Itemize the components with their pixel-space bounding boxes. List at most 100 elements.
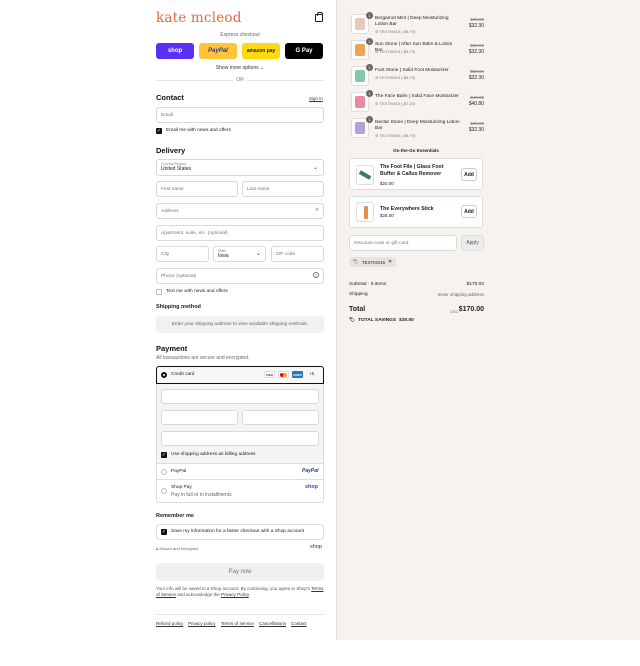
card-expiry-field[interactable] xyxy=(161,410,238,425)
savings-value: $30.00 xyxy=(399,318,414,323)
product-title: Bergamot Mint | Deep Moisturizing Lotion… xyxy=(375,16,449,27)
product-title: The Face Balm | Solid Face Moisturizer xyxy=(375,94,459,99)
delivery-heading: Delivery xyxy=(156,146,186,155)
discount-tag: 🏷︎ TEXTKM15 ✕ xyxy=(349,257,397,267)
upsell-thumbnail xyxy=(356,165,374,185)
original-price: $48.00 xyxy=(470,95,484,100)
sign-in-link[interactable]: Sign in xyxy=(309,96,323,101)
footer-privacy-link[interactable]: Privacy policy xyxy=(188,621,216,626)
total-value: $170.00 xyxy=(458,306,484,313)
tag-icon: ⊘ xyxy=(375,29,379,34)
pay-now-button[interactable]: Pay now xyxy=(156,563,324,581)
upsell-price: $28.00 xyxy=(380,213,394,218)
chevron-down-icon: ⌄ xyxy=(260,65,265,71)
shop-logo: shop xyxy=(310,544,322,550)
visa-icon: VISA xyxy=(264,371,275,378)
card-name-field[interactable] xyxy=(161,431,319,446)
tag-icon: 🏷︎ xyxy=(349,318,356,323)
paypal-radio[interactable] xyxy=(161,469,167,475)
email-field[interactable]: Email xyxy=(156,107,324,123)
total-savings: 🏷︎ TOTAL SAVINGS $30.00 xyxy=(349,318,414,323)
upsell-title: The Everywhere Stick xyxy=(380,206,434,212)
help-icon[interactable]: ? xyxy=(313,272,319,278)
amazon-pay-button[interactable]: amazon pay xyxy=(242,43,280,59)
original-price: $38.00 xyxy=(470,121,484,126)
billing-same-label: Use shipping address as billing address xyxy=(171,452,256,457)
mastercard-icon xyxy=(278,371,289,378)
quantity-badge: 1 xyxy=(366,38,373,45)
paypal-logo: PayPal xyxy=(302,468,319,474)
express-checkout-title: Express checkout xyxy=(220,32,260,38)
shop-pay-sub: Pay in full or in installments xyxy=(171,492,232,498)
billing-same-checkbox[interactable]: ✓ xyxy=(161,452,167,458)
add-everywhere-stick-button[interactable]: Add xyxy=(461,205,477,218)
city-field[interactable]: City xyxy=(156,246,209,262)
credit-card-radio[interactable] xyxy=(161,372,167,378)
tag-icon: ⊘ xyxy=(375,49,379,54)
footer-cancellations-link[interactable]: Cancellations xyxy=(259,621,286,626)
footer-refund-link[interactable]: Refund policy xyxy=(156,621,183,626)
secure-label: Secure and encrypted xyxy=(159,546,199,551)
state-select[interactable]: State Iowa ⌄ xyxy=(213,246,266,262)
sale-price: $32.30 xyxy=(468,127,484,133)
or-label: OR xyxy=(233,77,247,83)
tag-icon: ⊘ xyxy=(375,101,379,106)
payment-subtitle: All transactions are secure and encrypte… xyxy=(156,355,250,361)
credit-card-label: Credit card xyxy=(171,372,195,377)
address-field[interactable]: Address ⌕ xyxy=(156,203,324,219)
sale-price: $40.80 xyxy=(468,101,484,107)
product-discount: ⊘ TEXTKM15 (-$7.20) xyxy=(375,101,415,106)
discount-code-field[interactable]: Discount code or gift card xyxy=(349,235,457,251)
last-name-field[interactable]: Last name xyxy=(242,181,324,197)
first-name-field[interactable]: First name xyxy=(156,181,238,197)
newsletter-checkbox[interactable]: ✓ xyxy=(156,128,162,134)
apply-button[interactable]: Apply xyxy=(461,235,484,251)
close-icon[interactable]: ✕ xyxy=(388,259,392,265)
footer-terms-link[interactable]: Terms of service xyxy=(221,621,254,626)
amex-icon: AMEX xyxy=(292,371,303,378)
brand-logo[interactable]: kate mcleod xyxy=(156,10,242,26)
zip-field[interactable]: ZIP code xyxy=(271,246,324,262)
original-price: $38.00 xyxy=(470,43,484,48)
card-number-field[interactable] xyxy=(161,389,319,404)
shipping-value: Enter shipping address xyxy=(437,292,484,297)
add-foot-file-button[interactable]: Add xyxy=(461,168,477,181)
search-icon: ⌕ xyxy=(315,207,319,213)
apartment-field[interactable]: Apartment, suite, etc. (optional) xyxy=(156,225,324,241)
card-cvv-field[interactable] xyxy=(242,410,319,425)
quantity-badge: 1 xyxy=(366,90,373,97)
country-select[interactable]: Country/Region United States ⌄ xyxy=(156,159,324,176)
remember-me-heading: Remember me xyxy=(156,513,194,519)
save-info-label: Save my information for a faster checkou… xyxy=(171,529,305,534)
sale-price: $32.30 xyxy=(468,75,484,81)
shipping-method-note: Enter your shipping address to view avai… xyxy=(156,316,324,333)
product-title: Nectar Stone | Deep Moisturizing Lotion … xyxy=(375,120,460,131)
save-info-checkbox[interactable]: ✓ xyxy=(161,529,167,535)
shopping-bag-icon[interactable] xyxy=(315,12,323,22)
discount-text: TEXTKM15 (-$5.70) xyxy=(379,75,416,80)
country-value: United States xyxy=(161,166,192,172)
more-cards-badge: +5 xyxy=(309,371,315,376)
quantity-badge: 1 xyxy=(366,116,373,123)
quantity-badge: 1 xyxy=(366,64,373,71)
phone-field[interactable]: Phone (optional)? xyxy=(156,268,324,284)
text-offers-label: Text me with news and offers xyxy=(166,289,228,294)
show-more-label: Show more options xyxy=(215,65,259,71)
shipping-label: Shipping xyxy=(349,292,368,297)
payment-heading: Payment xyxy=(156,344,188,353)
text-offers-checkbox[interactable] xyxy=(156,289,162,295)
newsletter-label: Email me with news and offers xyxy=(166,128,231,133)
privacy-policy-link[interactable]: Privacy Policy xyxy=(221,592,249,597)
footer-contact-link[interactable]: Contact xyxy=(291,621,307,626)
product-title: Foot Stone | Solid Foot Moisturizer xyxy=(375,68,449,73)
shop-pay-button[interactable]: shop xyxy=(156,43,194,59)
paypal-button[interactable]: PayPal xyxy=(199,43,237,59)
total-label: Total xyxy=(349,306,366,313)
product-discount: ⊘ TEXTKM15 (-$5.70) xyxy=(375,133,415,138)
google-pay-button[interactable]: G Pay xyxy=(285,43,323,59)
savings-label: TOTAL SAVINGS xyxy=(358,318,397,323)
tag-icon: ⊘ xyxy=(375,75,379,80)
show-more-options-link[interactable]: Show more options ⌄ xyxy=(156,65,324,71)
paypal-label: PayPal xyxy=(171,469,187,474)
shop-pay-radio[interactable] xyxy=(161,488,167,494)
